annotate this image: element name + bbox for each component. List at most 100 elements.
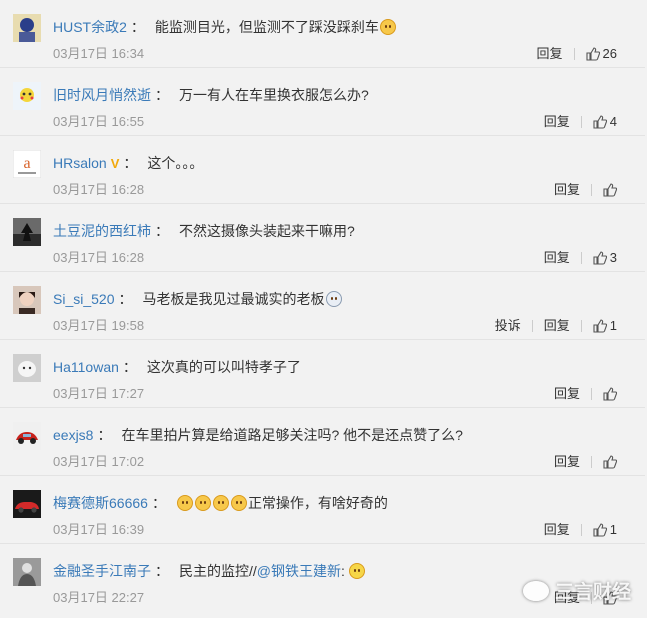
username-link[interactable]: 土豆泥的西红柿 xyxy=(53,223,151,239)
avatar[interactable] xyxy=(13,82,41,110)
doge-emoji-icon xyxy=(230,495,247,511)
comment-text: 不然这摄像头装起来干嘛用? xyxy=(179,223,355,239)
like-button[interactable]: 1 xyxy=(593,522,617,538)
comment-item: Ha11owan： 这次真的可以叫特孝子了 03月17日 17:27 回复 xyxy=(0,340,645,408)
avatar[interactable] xyxy=(13,422,41,450)
reply-button[interactable]: 回复 xyxy=(544,318,570,334)
comment-actions: 回复 xyxy=(554,454,617,470)
reply-button[interactable]: 回复 xyxy=(537,46,563,62)
doge-emoji-icon xyxy=(176,495,193,511)
thumbs-up-icon xyxy=(603,183,617,197)
divider xyxy=(591,388,592,400)
comment-item: 土豆泥的西红柿： 不然这摄像头装起来干嘛用? 03月17日 16:28 回复 3 xyxy=(0,204,645,272)
reply-button[interactable]: 回复 xyxy=(544,522,570,538)
comment-item: 旧时风月悄然逝： 万一有人在车里换衣服怎么办? 03月17日 16:55 回复 4 xyxy=(0,68,645,136)
comment-text-line: 金融圣手江南子： 民主的监控//@钢铁王建新: xyxy=(53,562,366,580)
cry-emoji-icon xyxy=(325,291,342,307)
colon-separator: ： xyxy=(122,359,137,375)
like-count: 1 xyxy=(609,522,617,537)
thumbs-up-icon xyxy=(603,455,617,469)
comment-text: 在车里拍片算是给道路足够关注吗? 他不是还点赞了么? xyxy=(121,427,463,443)
comment-text-line: Si_si_520： 马老板是我见过最诚实的老板 xyxy=(53,290,343,308)
comment-time: 03月17日 16:34 xyxy=(53,46,145,61)
comment-actions: 回复 xyxy=(554,182,617,198)
thumbs-up-icon xyxy=(593,523,607,537)
username-link[interactable]: Si_si_520 xyxy=(53,291,115,307)
avatar[interactable] xyxy=(13,286,41,314)
doge-emoji-icon xyxy=(379,19,396,35)
thumbs-up-icon xyxy=(585,47,600,61)
comment-list: HUST余政2：能监测目光，但监测不了踩没踩刹车 03月17日 16:34 回复… xyxy=(0,0,645,612)
comment-text: 万一有人在车里换衣服怎么办? xyxy=(179,87,369,103)
reply-button[interactable]: 回复 xyxy=(554,454,580,470)
verified-v-icon: V xyxy=(110,156,120,171)
comment-actions: 回复 xyxy=(554,386,617,402)
colon-separator: ： xyxy=(97,427,112,443)
comment-text-line: 旧时风月悄然逝： 万一有人在车里换衣服怎么办? xyxy=(53,86,369,104)
username-link[interactable]: 梅赛德斯66666 xyxy=(53,495,148,511)
username-link[interactable]: Ha11owan xyxy=(53,359,119,375)
avatar[interactable] xyxy=(13,354,41,382)
comment-time: 03月17日 16:39 xyxy=(53,522,145,537)
comment-time: 03月17日 17:02 xyxy=(53,454,145,469)
divider xyxy=(580,524,582,536)
colon-separator: ： xyxy=(118,291,133,307)
comment-item: Si_si_520： 马老板是我见过最诚实的老板 03月17日 19:58 投诉 … xyxy=(0,272,645,340)
thumbs-up-icon xyxy=(603,387,617,401)
divider xyxy=(580,252,582,264)
divider xyxy=(573,48,575,60)
comment-actions: 回复 1 xyxy=(544,522,617,538)
reply-button[interactable]: 回复 xyxy=(554,182,580,198)
avatar[interactable] xyxy=(13,558,41,586)
comment-item: HUST余政2： 能监测目光，但监测不了踩没踩刹车 03月17日 16:34 回复… xyxy=(0,0,645,68)
colon-separator: ： xyxy=(123,155,138,171)
watermark: 三言财经 xyxy=(522,577,631,604)
avatar[interactable] xyxy=(13,490,41,518)
wechat-logo-icon xyxy=(522,580,549,601)
username-link[interactable]: HUST余政2 xyxy=(53,19,127,35)
comment-actions: 回复 3 xyxy=(544,250,617,266)
username-link[interactable]: 旧时风月悄然逝 xyxy=(53,87,151,103)
avatar[interactable]: a xyxy=(13,150,41,178)
like-button[interactable]: 1 xyxy=(593,318,617,334)
comment-actions: 回复 4 xyxy=(544,114,617,130)
thumbs-up-icon xyxy=(593,319,607,333)
divider xyxy=(591,456,592,468)
username-link[interactable]: eexjs8 xyxy=(53,427,93,443)
comment-text-line: Ha11owan： 这次真的可以叫特孝子了 xyxy=(53,358,301,376)
mention-link[interactable]: @钢铁王建新 xyxy=(257,563,341,579)
mention-suffix: : xyxy=(341,563,345,579)
like-button[interactable] xyxy=(603,183,617,197)
thumbs-up-icon xyxy=(593,115,607,129)
like-count: 1 xyxy=(609,318,617,333)
comment-time: 03月17日 19:58 xyxy=(53,318,145,333)
like-button[interactable]: 3 xyxy=(593,250,617,266)
avatar[interactable] xyxy=(13,14,41,42)
username-link[interactable]: 金融圣手江南子 xyxy=(53,563,151,579)
reply-button[interactable]: 回复 xyxy=(554,386,580,402)
comment-time: 03月17日 22:27 xyxy=(53,590,145,605)
comment-actions: 回复 26 xyxy=(537,46,617,62)
username-link[interactable]: HRsalon xyxy=(53,155,107,171)
like-count: 26 xyxy=(602,46,617,61)
like-button[interactable] xyxy=(603,387,617,401)
comment-text: 这次真的可以叫特孝子了 xyxy=(146,359,301,375)
reply-button[interactable]: 回复 xyxy=(544,250,570,266)
comment-time: 03月17日 16:28 xyxy=(53,182,145,197)
thumbs-up-icon xyxy=(593,251,607,265)
like-button[interactable]: 26 xyxy=(585,46,617,62)
like-button[interactable]: 4 xyxy=(593,114,617,130)
avatar[interactable] xyxy=(13,218,41,246)
comment-text-line: HUST余政2： 能监测目光，但监测不了踩没踩刹车 xyxy=(53,18,397,36)
comment-time: 03月17日 17:27 xyxy=(53,386,145,401)
comment-text-line: eexjs8： 在车里拍片算是给道路足够关注吗? 他不是还点赞了么? xyxy=(53,426,463,444)
colon-separator: ： xyxy=(155,223,169,239)
report-button[interactable]: 投诉 xyxy=(495,318,521,334)
comment-text-line: HRsalon V： 这个。。。 xyxy=(53,154,203,173)
reply-button[interactable]: 回复 xyxy=(544,114,570,130)
divider xyxy=(580,320,582,332)
like-button[interactable] xyxy=(603,455,617,469)
comment-item: 梅赛德斯66666： 正常操作，有啥好奇的 03月17日 16:39 回复 1 xyxy=(0,476,645,544)
watermark-text: 三言财经 xyxy=(554,582,631,603)
colon-separator: ： xyxy=(155,563,169,579)
